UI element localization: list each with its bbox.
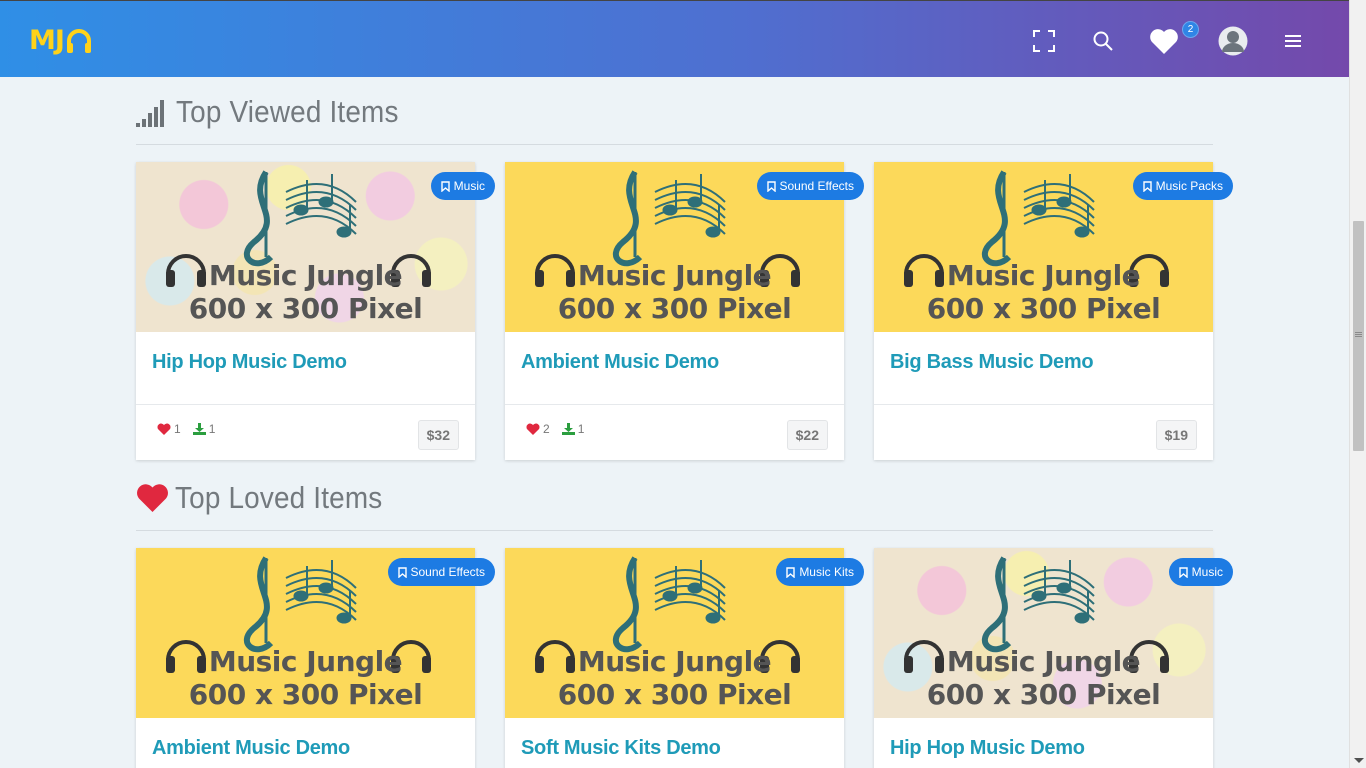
image-text-line1: Music Jungle [577, 645, 772, 678]
menu-icon[interactable] [1277, 25, 1309, 57]
heart-icon [136, 481, 169, 513]
category-tag[interactable]: Music [430, 172, 495, 200]
downloads-stat: 1 [192, 422, 216, 436]
product-title-link[interactable]: Soft Music Kits Demo [505, 718, 844, 768]
bookmark-icon [766, 180, 776, 192]
wishlist-heart-icon[interactable] [1148, 25, 1180, 57]
image-text-line1: Music Jungle [946, 645, 1141, 678]
product-card[interactable]: Music Jungle 600 x 300 Pixel Music Kits … [505, 548, 864, 768]
image-text-line2: 600 x 300 Pixel [188, 678, 423, 711]
user-avatar-icon[interactable] [1217, 25, 1249, 57]
likes-count: 2 [543, 422, 550, 436]
image-text-line1: Music Jungle [208, 645, 403, 678]
section-header-top-loved: Top Loved Items [136, 481, 1213, 531]
scrollbar-grip [1355, 332, 1362, 333]
product-card[interactable]: Music Jungle 600 x 300 Pixel Music Packs… [874, 162, 1233, 460]
signal-bars-icon [136, 95, 170, 127]
section-header-top-viewed: Top Viewed Items [136, 95, 1213, 145]
product-card[interactable]: Music Jungle 600 x 300 Pixel Sound Effec… [505, 162, 864, 460]
card-stats: 1 1 [157, 422, 215, 436]
image-text-line2: 600 x 300 Pixel [926, 678, 1161, 711]
category-tag[interactable]: Sound Effects [387, 558, 495, 586]
bookmark-icon [1142, 180, 1152, 192]
section-title: Top Viewed Items [176, 94, 399, 129]
product-thumbnail[interactable]: Music Jungle 600 x 300 Pixel [874, 548, 1213, 718]
category-tag[interactable]: Music Kits [776, 558, 864, 586]
search-icon[interactable] [1087, 25, 1119, 57]
logo-text: MJ [29, 25, 65, 56]
price-button[interactable]: $32 [417, 420, 459, 450]
product-thumbnail[interactable]: Music Jungle 600 x 300 Pixel [136, 162, 475, 332]
card-stats: 2 1 [526, 422, 584, 436]
likes-stat: 1 [157, 422, 181, 436]
image-text-line1: Music Jungle [946, 259, 1141, 292]
product-title-link[interactable]: Ambient Music Demo [136, 718, 475, 768]
download-icon [192, 423, 206, 435]
card-footer: $19 [874, 404, 1213, 460]
card-footer: 1 1 $32 [136, 404, 475, 460]
image-text-line2: 600 x 300 Pixel [926, 292, 1161, 325]
product-card[interactable]: Music Jungle 600 x 300 Pixel Music Hip H… [136, 162, 495, 460]
likes-stat: 2 [526, 422, 550, 436]
category-label: Sound Effects [410, 565, 486, 579]
downloads-count: 1 [577, 422, 585, 436]
category-label: Music [1191, 565, 1223, 579]
bookmark-icon [397, 566, 407, 578]
downloads-count: 1 [208, 422, 216, 436]
scroll-down-arrow-icon[interactable] [1354, 758, 1364, 763]
category-tag[interactable]: Sound Effects [756, 172, 864, 200]
image-text-line2: 600 x 300 Pixel [188, 292, 423, 325]
bookmark-icon [786, 566, 796, 578]
wishlist-count-badge: 2 [1182, 21, 1199, 38]
likes-count: 1 [174, 422, 181, 436]
section-title: Top Loved Items [175, 480, 383, 515]
category-tag[interactable]: Music Packs [1132, 172, 1233, 200]
product-title-link[interactable]: Ambient Music Demo [505, 332, 844, 404]
scrollbar-thumb[interactable] [1353, 221, 1364, 451]
product-card[interactable]: Music Jungle 600 x 300 Pixel Sound Effec… [136, 548, 495, 768]
category-tag[interactable]: Music [1168, 558, 1233, 586]
category-label: Music [453, 179, 485, 193]
card-footer: 2 1 $22 [505, 404, 844, 460]
product-title-link[interactable]: Hip Hop Music Demo [136, 332, 475, 404]
image-text-line1: Music Jungle [208, 259, 403, 292]
heart-icon [157, 423, 171, 435]
product-title-link[interactable]: Big Bass Music Demo [874, 332, 1213, 404]
product-card[interactable]: Music Jungle 600 x 300 Pixel Music Hip H… [874, 548, 1233, 768]
category-label: Music Kits [799, 565, 854, 579]
download-icon [561, 423, 575, 435]
price-button[interactable]: $22 [786, 420, 828, 450]
downloads-stat: 1 [561, 422, 585, 436]
image-text-line1: Music Jungle [577, 259, 772, 292]
heart-icon [526, 423, 540, 435]
headphones-icon [66, 28, 91, 53]
price-button[interactable]: $19 [1155, 420, 1197, 450]
image-text-line2: 600 x 300 Pixel [557, 292, 792, 325]
bookmark-icon [1178, 566, 1188, 578]
image-text-line2: 600 x 300 Pixel [557, 678, 792, 711]
top-navbar: MJ 2 [0, 0, 1349, 77]
site-logo[interactable]: MJ [29, 27, 92, 54]
bookmark-icon [440, 180, 450, 192]
product-title-link[interactable]: Hip Hop Music Demo [874, 718, 1213, 768]
category-label: Music Packs [1155, 179, 1223, 193]
category-label: Sound Effects [779, 179, 855, 193]
page-scrollbar[interactable] [1349, 0, 1366, 768]
fullscreen-icon[interactable] [1028, 25, 1060, 57]
